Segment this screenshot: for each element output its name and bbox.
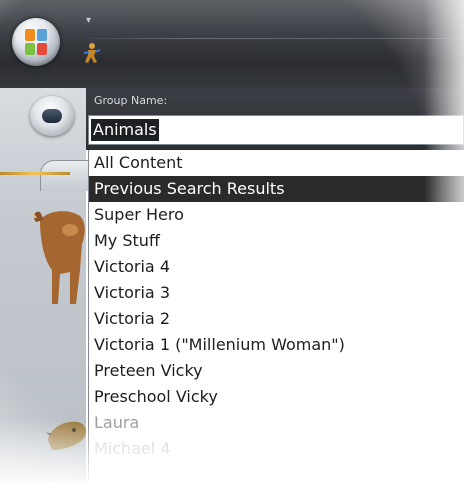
group-dropdown-list[interactable]: All Content Previous Search Results Supe… [88,150,464,483]
list-item[interactable]: My Stuff [89,228,464,254]
list-item[interactable]: Laura [89,410,464,436]
gold-accent-line [0,172,70,175]
panel-tab[interactable] [40,160,92,191]
chevron-down-icon[interactable]: ▾ [86,16,91,26]
back-button[interactable] [30,96,74,136]
creature-icon[interactable] [44,410,90,456]
group-name-label: Group Name: [94,94,168,107]
group-name-combobox[interactable]: Animals [88,115,464,145]
app-window: ▾ Group Name: Animals All Content Previo… [0,0,464,483]
title-bar [0,0,464,88]
list-item[interactable]: Michael 4 [89,436,464,462]
list-item[interactable]: Victoria 2 [89,306,464,332]
office-orb-icon [25,29,47,55]
list-item[interactable]: Preschool Vicky [89,384,464,410]
list-item[interactable]: Preteen Vicky [89,358,464,384]
cow-icon[interactable] [30,200,88,310]
list-item[interactable]: Victoria 3 [89,280,464,306]
back-arrow-icon [42,109,62,123]
figure-icon[interactable] [80,42,102,64]
office-menu-button[interactable] [12,18,60,66]
group-name-value[interactable]: Animals [91,119,159,141]
list-item[interactable]: Victoria 4 [89,254,464,280]
list-item[interactable]: All Content [89,150,464,176]
list-item[interactable]: Super Hero [89,202,464,228]
list-item-selected[interactable]: Previous Search Results [89,176,464,202]
title-bar-divider [70,38,464,39]
list-item[interactable]: Victoria 1 ("Millenium Woman") [89,332,464,358]
